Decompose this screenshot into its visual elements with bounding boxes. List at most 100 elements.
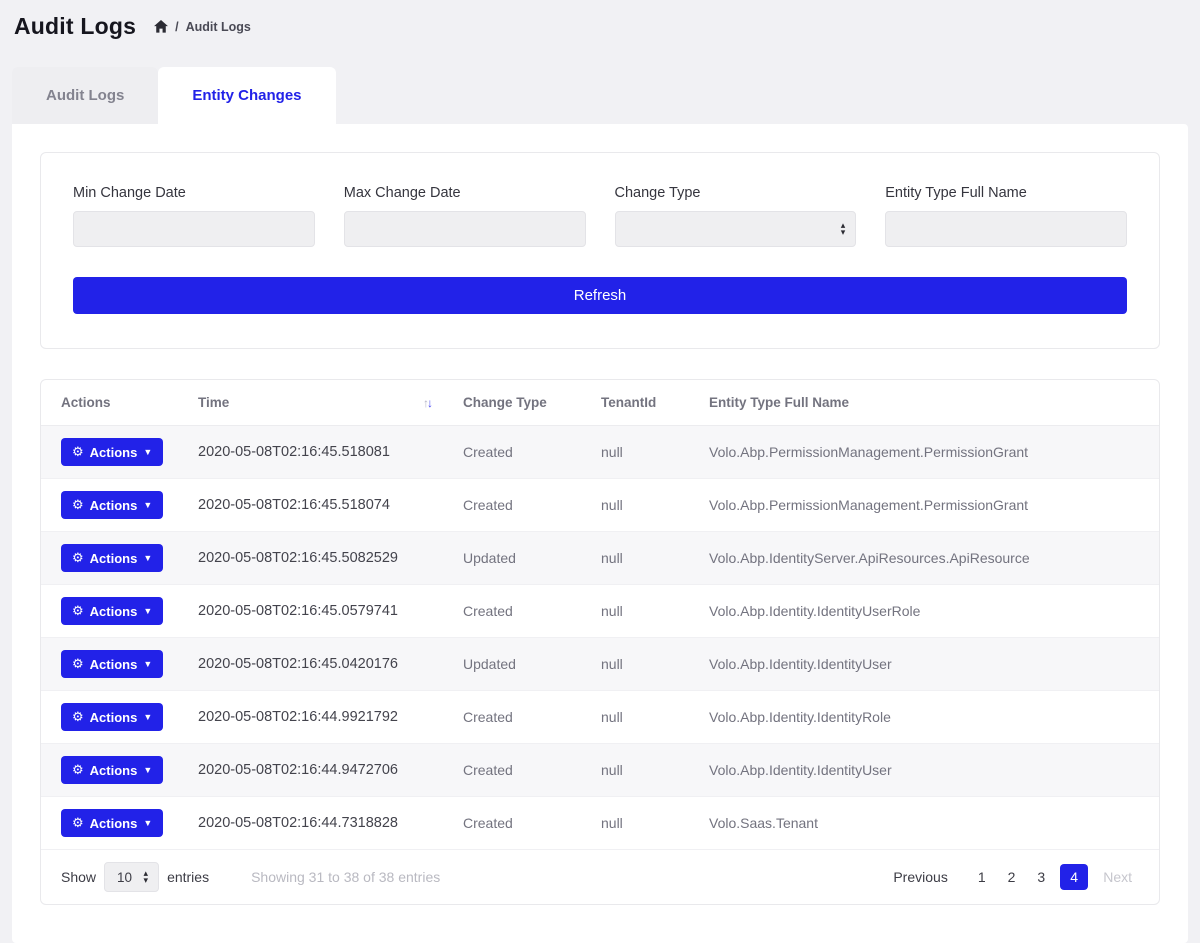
row-actions-button[interactable]: ⚙Actions▼ xyxy=(61,809,163,837)
gear-icon: ⚙ xyxy=(72,709,84,725)
showing-entries-text: Showing 31 to 38 of 38 entries xyxy=(251,869,440,885)
entity-type-label: Entity Type Full Name xyxy=(885,185,1127,201)
table-row: ⚙Actions▼ 2020-05-08T02:16:44.7318828 Cr… xyxy=(41,797,1159,850)
cell-tenant-id: null xyxy=(589,532,697,585)
cell-tenant-id: null xyxy=(589,585,697,638)
min-change-date-input[interactable] xyxy=(73,211,315,247)
row-actions-button[interactable]: ⚙Actions▼ xyxy=(61,650,163,678)
cell-change-type: Created xyxy=(451,585,589,638)
column-header-actions: Actions xyxy=(41,380,186,426)
caret-down-icon: ▼ xyxy=(143,712,152,722)
cell-time: 2020-05-08T02:16:45.0420176 xyxy=(186,638,451,691)
max-change-date-input[interactable] xyxy=(344,211,586,247)
tabs-row: Audit Logs Entity Changes xyxy=(12,52,1188,124)
max-change-date-label: Max Change Date xyxy=(344,185,586,201)
cell-tenant-id: null xyxy=(589,691,697,744)
gear-icon: ⚙ xyxy=(72,656,84,672)
cell-tenant-id: null xyxy=(589,426,697,479)
cell-change-type: Created xyxy=(451,426,589,479)
cell-tenant-id: null xyxy=(589,797,697,850)
cell-entity-type: Volo.Abp.Identity.IdentityUserRole xyxy=(697,585,1159,638)
cell-tenant-id: null xyxy=(589,638,697,691)
caret-down-icon: ▼ xyxy=(143,659,152,669)
sort-icon[interactable]: ↑↓ xyxy=(423,396,431,410)
caret-down-icon: ▼ xyxy=(143,765,152,775)
tab-audit-logs[interactable]: Audit Logs xyxy=(12,67,158,124)
breadcrumb: / Audit Logs xyxy=(154,20,251,34)
content-wrap: Audit Logs Entity Changes Min Change Dat… xyxy=(12,52,1188,943)
pagination-previous[interactable]: Previous xyxy=(886,864,954,890)
cell-tenant-id: null xyxy=(589,744,697,797)
pagination: Previous 1 2 3 4 Next xyxy=(886,864,1139,890)
row-actions-button[interactable]: ⚙Actions▼ xyxy=(61,597,163,625)
table-panel: Actions Time ↑↓ Change Type TenantId Ent… xyxy=(40,379,1160,905)
page-header: Audit Logs / Audit Logs xyxy=(0,0,1200,52)
filter-grid: Min Change Date Max Change Date Change T… xyxy=(73,185,1127,247)
row-actions-button[interactable]: ⚙Actions▼ xyxy=(61,703,163,731)
select-updown-icon: ▴▾ xyxy=(841,222,846,236)
refresh-button[interactable]: Refresh xyxy=(73,277,1127,314)
column-header-time[interactable]: Time ↑↓ xyxy=(186,380,451,426)
home-icon[interactable] xyxy=(154,20,168,33)
row-actions-button[interactable]: ⚙Actions▼ xyxy=(61,544,163,572)
breadcrumb-current: Audit Logs xyxy=(186,20,251,34)
breadcrumb-separator: / xyxy=(175,20,178,34)
filter-entity-type: Entity Type Full Name xyxy=(885,185,1127,247)
cell-time: 2020-05-08T02:16:44.7318828 xyxy=(186,797,451,850)
pagination-page-3[interactable]: 3 xyxy=(1030,864,1052,890)
cell-change-type: Created xyxy=(451,691,589,744)
table-row: ⚙Actions▼ 2020-05-08T02:16:45.5082529 Up… xyxy=(41,532,1159,585)
page-title: Audit Logs xyxy=(14,13,136,40)
cell-entity-type: Volo.Abp.PermissionManagement.Permission… xyxy=(697,426,1159,479)
caret-down-icon: ▼ xyxy=(143,500,152,510)
cell-time: 2020-05-08T02:16:44.9472706 xyxy=(186,744,451,797)
cell-change-type: Updated xyxy=(451,638,589,691)
gear-icon: ⚙ xyxy=(72,444,84,460)
select-updown-icon: ▴▾ xyxy=(144,870,149,884)
pagination-page-1[interactable]: 1 xyxy=(971,864,993,890)
change-type-label: Change Type xyxy=(615,185,857,201)
cell-entity-type: Volo.Abp.Identity.IdentityRole xyxy=(697,691,1159,744)
caret-down-icon: ▼ xyxy=(143,818,152,828)
tab-entity-changes[interactable]: Entity Changes xyxy=(158,67,335,124)
cell-time: 2020-05-08T02:16:44.9921792 xyxy=(186,691,451,744)
gear-icon: ⚙ xyxy=(72,550,84,566)
cell-entity-type: Volo.Saas.Tenant xyxy=(697,797,1159,850)
row-actions-button[interactable]: ⚙Actions▼ xyxy=(61,438,163,466)
min-change-date-label: Min Change Date xyxy=(73,185,315,201)
filter-max-change-date: Max Change Date xyxy=(344,185,586,247)
gear-icon: ⚙ xyxy=(72,497,84,513)
column-header-entity-type: Entity Type Full Name xyxy=(697,380,1159,426)
cell-time: 2020-05-08T02:16:45.518074 xyxy=(186,479,451,532)
pagination-page-2[interactable]: 2 xyxy=(1001,864,1023,890)
row-actions-button[interactable]: ⚙Actions▼ xyxy=(61,491,163,519)
cell-tenant-id: null xyxy=(589,479,697,532)
pagination-page-4[interactable]: 4 xyxy=(1060,864,1088,890)
entity-changes-table: Actions Time ↑↓ Change Type TenantId Ent… xyxy=(41,380,1159,850)
caret-down-icon: ▼ xyxy=(143,447,152,457)
entity-type-input[interactable] xyxy=(885,211,1127,247)
gear-icon: ⚙ xyxy=(72,603,84,619)
cell-time: 2020-05-08T02:16:45.0579741 xyxy=(186,585,451,638)
table-header-row: Actions Time ↑↓ Change Type TenantId Ent… xyxy=(41,380,1159,426)
caret-down-icon: ▼ xyxy=(143,606,152,616)
page-size-select[interactable]: 10 ▴▾ xyxy=(104,862,159,892)
cell-change-type: Created xyxy=(451,479,589,532)
pagination-next: Next xyxy=(1096,864,1139,890)
table-row: ⚙Actions▼ 2020-05-08T02:16:44.9472706 Cr… xyxy=(41,744,1159,797)
table-row: ⚙Actions▼ 2020-05-08T02:16:45.518081 Cre… xyxy=(41,426,1159,479)
entries-label: entries xyxy=(167,869,209,885)
cell-change-type: Created xyxy=(451,744,589,797)
row-actions-button[interactable]: ⚙Actions▼ xyxy=(61,756,163,784)
filter-min-change-date: Min Change Date xyxy=(73,185,315,247)
main-card: Min Change Date Max Change Date Change T… xyxy=(12,124,1188,943)
cell-entity-type: Volo.Abp.Identity.IdentityUser xyxy=(697,638,1159,691)
gear-icon: ⚙ xyxy=(72,815,84,831)
caret-down-icon: ▼ xyxy=(143,553,152,563)
table-row: ⚙Actions▼ 2020-05-08T02:16:44.9921792 Cr… xyxy=(41,691,1159,744)
table-footer: Show 10 ▴▾ entries Showing 31 to 38 of 3… xyxy=(41,850,1159,904)
table-row: ⚙Actions▼ 2020-05-08T02:16:45.0420176 Up… xyxy=(41,638,1159,691)
cell-change-type: Updated xyxy=(451,532,589,585)
cell-time: 2020-05-08T02:16:45.518081 xyxy=(186,426,451,479)
change-type-select[interactable]: ▴▾ xyxy=(615,211,857,247)
